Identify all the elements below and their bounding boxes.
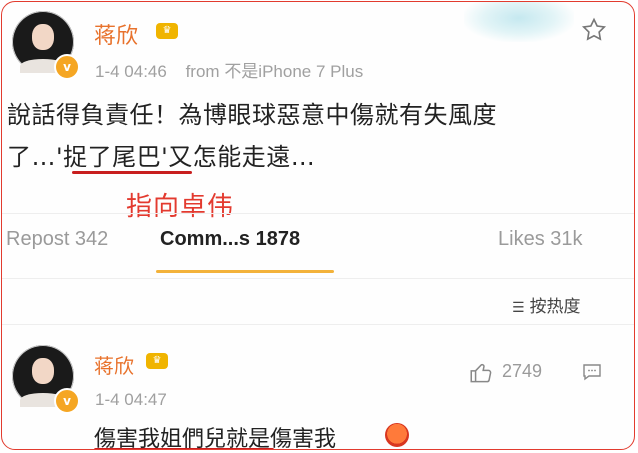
member-badge-icon: ♛ <box>156 23 178 39</box>
highlight-underline <box>72 171 192 174</box>
comment-author-name[interactable]: 蒋欣 <box>94 350 134 379</box>
repost-tab[interactable]: Repost 342 <box>6 228 108 251</box>
post-source-prefix: from <box>185 62 220 81</box>
comment-like-count: 2749 <box>502 361 543 381</box>
member-badge-icon: ♛ <box>146 353 168 369</box>
comments-tab[interactable]: Comm...s 1878 <box>160 228 300 251</box>
sort-button[interactable]: ☰ 按热度 <box>512 292 581 317</box>
comment-underline <box>94 448 274 449</box>
favorite-star-icon[interactable] <box>580 16 608 44</box>
screenshot-frame: v 蒋欣 ♛ 1-4 04:46 from 不是iPhone 7 Plus 說話… <box>1 1 635 450</box>
annotation-text: 指向卓伟 <box>126 192 235 222</box>
verified-badge-icon: v <box>54 54 80 80</box>
header-decoration <box>464 2 574 42</box>
post-text-line1: 說話得負責任！為博眼球惡意中傷就有失風度 <box>7 101 497 129</box>
post-author-name[interactable]: 蒋欣 <box>94 18 138 50</box>
comment-text: 傷害我姐們兒就是傷害我 <box>94 427 337 450</box>
divider <box>2 213 634 214</box>
like-thumb-icon[interactable] <box>468 360 494 386</box>
reply-icon[interactable] <box>580 360 604 384</box>
sort-label: 按热度 <box>529 297 581 317</box>
angry-emoji-icon <box>385 423 409 447</box>
post-meta: 1-4 04:46 from 不是iPhone 7 Plus <box>95 57 363 82</box>
comment-timestamp: 1-4 04:47 <box>95 390 167 409</box>
active-tab-indicator <box>156 270 334 273</box>
verified-badge-icon: v <box>54 388 80 414</box>
post-source: 不是iPhone 7 Plus <box>224 62 364 81</box>
sort-icon: ☰ <box>512 300 525 316</box>
divider <box>2 324 634 325</box>
post-timestamp: 1-4 04:46 <box>95 62 167 81</box>
divider <box>2 278 634 279</box>
likes-tab[interactable]: Likes 31k <box>498 228 583 251</box>
